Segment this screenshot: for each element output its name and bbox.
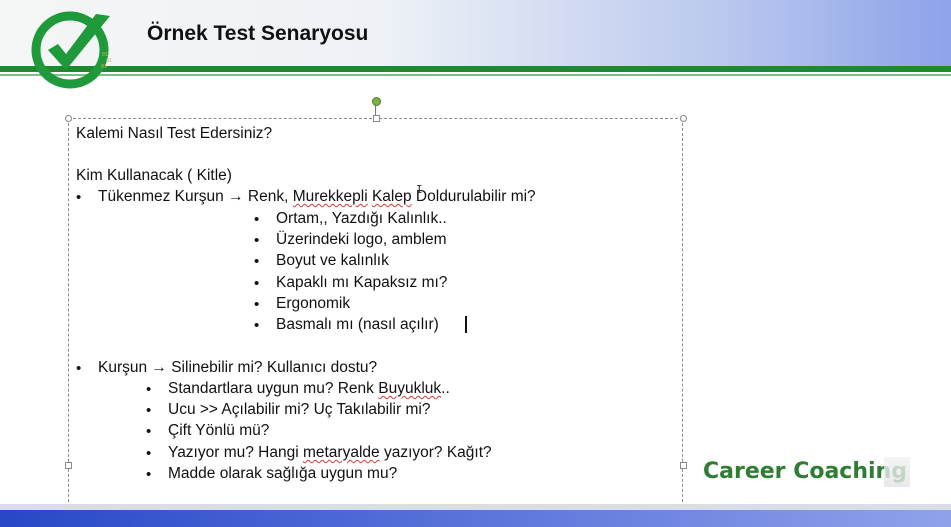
sub-bullet: • xyxy=(146,381,152,398)
item1-line: Tükenmez Kurşun → Renk, Murekkepli Kalep… xyxy=(98,188,536,206)
audience-line: Kim Kullanacak ( Kitle) xyxy=(76,167,232,184)
bullet-1: • xyxy=(76,189,82,206)
checkmark-logo-icon: 01 01 01 xyxy=(31,11,112,89)
sub-bullet: • xyxy=(254,211,260,228)
sub-bullet: • xyxy=(254,296,260,313)
sub-bullet: • xyxy=(146,423,152,440)
text-cursor-icon: I xyxy=(416,183,423,196)
sub4-misspelled: metaryalde xyxy=(302,444,380,461)
sub-item: Basmalı mı (nasıl açılır) xyxy=(276,316,439,333)
sub-item: Çift Yönlü mü? xyxy=(168,422,270,439)
resize-handle-right[interactable] xyxy=(680,462,687,469)
svg-text:01: 01 xyxy=(101,64,107,70)
slide-header xyxy=(0,0,951,66)
sub-item: Ortam,, Yazdığı Kalınlık.. xyxy=(276,210,447,227)
item1-post: Doldurulabilir mi? xyxy=(411,188,536,205)
sub4-pre: Yazıyor mu? Hangi xyxy=(168,444,303,461)
resize-handle-top[interactable] xyxy=(373,115,380,122)
sub-item: Yazıyor mu? Hangi metaryalde yazıyor? Ka… xyxy=(168,444,492,462)
resize-handle-top-right[interactable] xyxy=(680,115,687,122)
sub-bullet: • xyxy=(146,445,152,462)
item1-misspelled-2: Kalep xyxy=(371,188,412,205)
item1-misspelled-1: Murekkepli xyxy=(292,188,368,205)
sub1-misspelled: Buyukluk xyxy=(378,380,442,397)
sub-item: Madde olarak sağlığa uygun mu? xyxy=(168,465,398,482)
text-caret xyxy=(465,316,467,333)
sub-bullet: • xyxy=(254,232,260,249)
sub-bullet: • xyxy=(146,402,152,419)
sub1-pre: Standartlara uygun mu? Renk xyxy=(168,380,379,397)
sub1-post: .. xyxy=(441,380,450,397)
sub-item: Standartlara uygun mu? Renk Buyukluk.. xyxy=(168,380,450,398)
bullet-2: • xyxy=(76,360,82,377)
sub-item: Boyut ve kalınlık xyxy=(276,252,389,269)
header-divider xyxy=(0,66,951,72)
item2-line: Kurşun → Silinebilir mi? Kullanıcı dostu… xyxy=(98,359,378,376)
header-divider-thin xyxy=(0,74,951,76)
brand-label: Career Coaching xyxy=(703,459,907,484)
brand-watermark xyxy=(884,457,910,487)
item1-pre: Tükenmez Kurşun → Renk, xyxy=(98,188,293,205)
footer-band xyxy=(0,510,951,527)
sub-item: Üzerindeki logo, amblem xyxy=(276,231,447,248)
sub4-post: yazıyor? Kağıt? xyxy=(379,444,492,461)
sub-item: Ergonomik xyxy=(276,295,351,312)
rotate-handle[interactable] xyxy=(372,97,381,106)
slide-title: Örnek Test Senaryosu xyxy=(147,22,369,45)
sub-bullet: • xyxy=(254,317,260,334)
sub-bullet: • xyxy=(254,275,260,292)
sub-bullet: • xyxy=(254,253,260,270)
question-line: Kalemi Nasıl Test Edersiniz? xyxy=(76,125,273,142)
resize-handle-left[interactable] xyxy=(65,462,72,469)
sub-bullet: • xyxy=(146,466,152,483)
sub-item: Kapaklı mı Kapaksız mı? xyxy=(276,274,448,291)
resize-handle-top-left[interactable] xyxy=(65,115,72,122)
sub-item: Ucu >> Açılabilir mi? Uç Takılabilir mi? xyxy=(168,401,431,418)
